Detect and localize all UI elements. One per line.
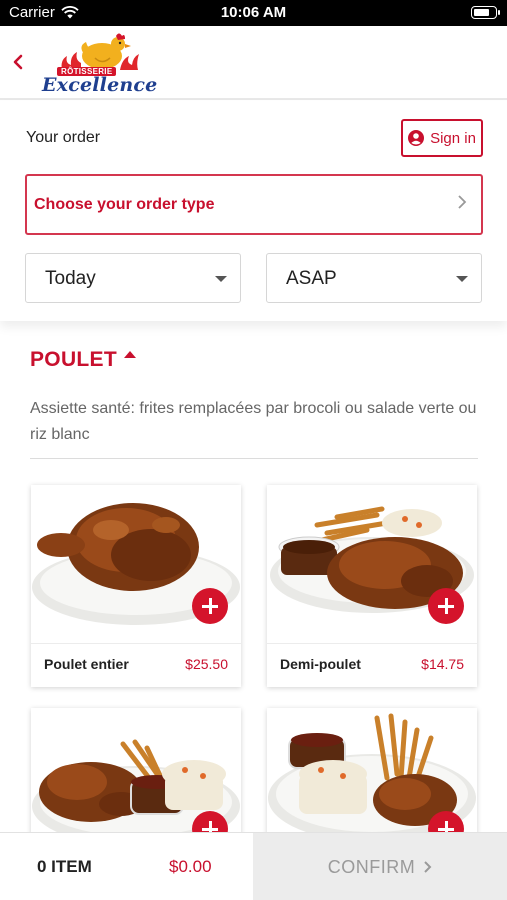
sign-in-label: Sign in: [430, 129, 476, 147]
menu-item-name: Demi-poulet: [280, 656, 361, 672]
cart-bar: 0 ITEM $0.00 CONFIRM: [0, 832, 507, 900]
clock: 10:06 AM: [220, 4, 287, 21]
app-header: RÔTISSERIE Excellence: [0, 26, 507, 100]
day-select[interactable]: Today: [25, 253, 241, 303]
section-description: Assiette santé: frites remplacées par br…: [30, 400, 477, 443]
menu-item-price: $14.75: [421, 656, 464, 672]
order-panel: Your order Sign in Choose your order typ…: [0, 101, 507, 321]
section-divider: [30, 458, 478, 459]
day-select-value: Today: [45, 268, 96, 289]
sign-in-button[interactable]: Sign in: [401, 119, 483, 157]
logo-script-text: Excellence: [42, 74, 158, 96]
order-type-selector[interactable]: Choose your order type: [25, 174, 483, 235]
chevron-right-icon: [424, 861, 432, 873]
menu-item-footer: Poulet entier $25.50: [31, 643, 241, 687]
user-circle-icon: [408, 130, 425, 146]
add-to-cart-button[interactable]: [192, 588, 228, 624]
menu-item-footer: Demi-poulet $14.75: [267, 643, 477, 687]
menu-item-card[interactable]: Demi-poulet $14.75: [267, 485, 477, 687]
chevron-right-icon: [458, 195, 467, 209]
cart-total: $0.00: [169, 857, 212, 876]
add-to-cart-button[interactable]: [428, 588, 464, 624]
order-type-label: Choose your order type: [34, 196, 215, 213]
battery-fill: [474, 9, 489, 16]
caret-down-icon: [215, 276, 227, 282]
status-bar: Carrier 10:06 AM: [0, 0, 507, 26]
chevron-left-icon: [13, 54, 23, 70]
cart-item-count: 0 ITEM: [37, 857, 92, 876]
section-title: POULET: [30, 348, 117, 371]
your-order-title: Your order: [26, 129, 101, 146]
time-select[interactable]: ASAP: [266, 253, 482, 303]
menu-item-price: $25.50: [185, 656, 228, 672]
caret-down-icon: [456, 276, 468, 282]
back-button[interactable]: [8, 50, 28, 74]
menu-item-card[interactable]: Poulet entier $25.50: [31, 485, 241, 687]
restaurant-logo: RÔTISSERIE Excellence: [40, 32, 158, 96]
confirm-label: CONFIRM: [327, 856, 416, 877]
confirm-button[interactable]: CONFIRM: [253, 833, 507, 900]
menu-item-name: Poulet entier: [44, 656, 129, 672]
battery-icon: [471, 6, 500, 19]
time-select-value: ASAP: [286, 268, 337, 289]
caret-up-icon[interactable]: [124, 351, 136, 358]
